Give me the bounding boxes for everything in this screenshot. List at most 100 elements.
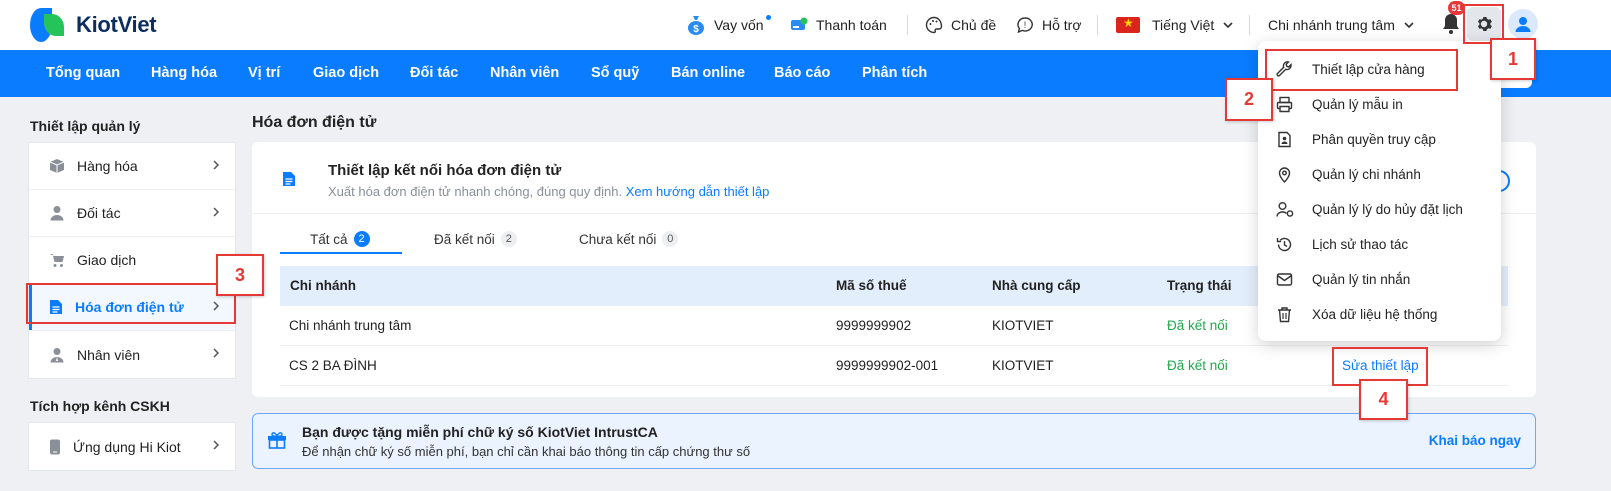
- gear-icon: [1477, 17, 1492, 31]
- sidebar-item-hoa-don-dien-tu[interactable]: Hóa đơn điện tử: [29, 284, 235, 331]
- promo-banner: Bạn được tặng miễn phí chữ ký số KiotVie…: [252, 413, 1536, 469]
- tab-count: 2: [500, 231, 517, 247]
- cell-status: Đã kết nối: [1167, 318, 1228, 333]
- tab-label: Chưa kết nối: [579, 231, 657, 247]
- logo-icon: [28, 6, 68, 44]
- edit-setup-link[interactable]: Sửa thiết lập: [1342, 358, 1419, 373]
- user-avatar[interactable]: [1508, 9, 1538, 39]
- support-label: Hỗ trợ: [1042, 17, 1082, 33]
- nav-so-quy[interactable]: Sổ quỹ: [591, 50, 639, 97]
- nav-tong-quan[interactable]: Tổng quan: [46, 50, 120, 97]
- setup-guide-link[interactable]: Xem hướng dẫn thiết lập: [626, 184, 770, 199]
- chevron-down-icon: [1223, 22, 1233, 29]
- user-gear-icon: [1276, 202, 1294, 217]
- cell-branch: Chi nhánh trung tâm: [289, 318, 412, 333]
- menu-item-label: Lịch sử thao tác: [1312, 237, 1409, 252]
- support-button[interactable]: ! Hỗ trợ: [1016, 0, 1082, 50]
- language-label: Tiếng Việt: [1152, 17, 1215, 33]
- mail-icon: [1276, 273, 1293, 286]
- gift-icon: [268, 432, 286, 449]
- column-header: Chi nhánh: [290, 278, 356, 293]
- loan-label: Vay vốn: [714, 17, 764, 33]
- menu-item-label: Xóa dữ liệu hệ thống: [1312, 307, 1438, 322]
- payment-icon: [791, 17, 808, 30]
- sidebar-menu-cskh: Ứng dụng Hi Kiot: [28, 422, 236, 471]
- cell-status: Đã kết nối: [1167, 358, 1228, 373]
- cell-tax-code: 9999999902: [836, 318, 912, 333]
- menu-item-label: Quản lý mẫu in: [1312, 97, 1403, 112]
- divider: [1097, 15, 1098, 35]
- sidebar-item-hi-kiot[interactable]: Ứng dụng Hi Kiot: [29, 423, 235, 470]
- menu-item-cancel-reasons[interactable]: Quản lý lý do hủy đặt lịch: [1258, 192, 1501, 227]
- column-header: Mã số thuế: [836, 278, 907, 293]
- menu-item-branches[interactable]: Quản lý chi nhánh: [1258, 157, 1501, 192]
- chat-help-icon: !: [1017, 17, 1033, 34]
- sidebar-item-hang-hoa[interactable]: Hàng hóa: [29, 143, 235, 190]
- settings-button[interactable]: [1467, 7, 1501, 41]
- chevron-right-icon: [213, 440, 220, 450]
- payment-button[interactable]: Thanh toán: [790, 0, 887, 50]
- chevron-right-icon: [213, 301, 220, 311]
- menu-item-label: Quản lý chi nhánh: [1312, 167, 1421, 182]
- connect-title: Thiết lập kết nối hóa đơn điện tử: [328, 162, 562, 179]
- wrench-icon: [1276, 61, 1292, 77]
- nav-hang-hoa[interactable]: Hàng hóa: [151, 50, 217, 97]
- printer-icon: [1276, 96, 1293, 113]
- tab-not-connected[interactable]: Chưa kết nối 0: [579, 224, 679, 254]
- nav-bao-cao[interactable]: Báo cáo: [774, 50, 830, 97]
- invoice-icon: [283, 172, 295, 186]
- sidebar-item-giao-dich[interactable]: Giao dịch: [29, 237, 235, 284]
- tab-count: 2: [353, 231, 370, 247]
- sidebar-section-title: Thiết lập quản lý: [30, 118, 141, 134]
- theme-label: Chủ đề: [951, 17, 997, 33]
- nav-nhan-vien[interactable]: Nhân viên: [490, 50, 559, 97]
- divider: [1249, 15, 1250, 35]
- sidebar-item-doi-tac[interactable]: Đối tác: [29, 190, 235, 237]
- promo-subtitle: Để nhận chữ ký số miễn phí, bạn chỉ cần …: [302, 444, 751, 459]
- loan-button[interactable]: $ Vay vốn: [686, 0, 764, 50]
- menu-item-label: Thiết lập cửa hàng: [1312, 62, 1425, 77]
- declare-now-button[interactable]: Khai báo ngay: [1429, 433, 1521, 448]
- step-badge-1: 1: [1490, 38, 1536, 80]
- chevron-right-icon: [213, 207, 220, 217]
- connect-description: Xuất hóa đơn điện tử nhanh chóng, đúng q…: [328, 184, 769, 199]
- menu-item-messages[interactable]: Quản lý tin nhắn: [1258, 262, 1501, 297]
- language-select[interactable]: Tiếng Việt: [1116, 0, 1234, 50]
- menu-item-activity-history[interactable]: Lịch sử thao tác: [1258, 227, 1501, 262]
- tab-all[interactable]: Tất cả 2: [310, 224, 370, 254]
- nav-phan-tich[interactable]: Phân tích: [862, 50, 927, 97]
- theme-button[interactable]: Chủ đề: [925, 0, 996, 50]
- kiotviet-logo[interactable]: KiotViet: [28, 6, 157, 44]
- nav-vi-tri[interactable]: Vị trí: [248, 50, 280, 97]
- nav-giao-dich[interactable]: Giao dịch: [313, 50, 379, 97]
- menu-item-store-setup[interactable]: Thiết lập cửa hàng: [1258, 52, 1501, 87]
- vietnam-flag-icon: [1116, 16, 1140, 33]
- settings-dropdown: Thiết lập cửa hàng Quản lý mẫu in Phân q…: [1258, 41, 1501, 341]
- svg-text:!: !: [1024, 20, 1027, 30]
- tab-connected[interactable]: Đã kết nối 2: [434, 224, 517, 254]
- palette-icon: [925, 16, 943, 34]
- sidebar-item-label: Nhân viên: [77, 346, 141, 363]
- menu-item-print-templates[interactable]: Quản lý mẫu in: [1258, 87, 1501, 122]
- invoice-icon: [50, 300, 62, 314]
- column-header: Nhà cung cấp: [992, 278, 1081, 293]
- divider: [907, 15, 908, 35]
- menu-item-delete-data[interactable]: Xóa dữ liệu hệ thống: [1258, 297, 1501, 332]
- table-row[interactable]: CS 2 BA ĐÌNH 9999999902-001 KIOTVIET Đã …: [280, 346, 1508, 386]
- person-icon: [50, 206, 64, 221]
- trash-icon: [1278, 307, 1291, 323]
- brand-name: KiotViet: [76, 12, 157, 37]
- staff-icon: [50, 347, 64, 362]
- new-dot: [766, 15, 771, 20]
- step-badge-4: 4: [1359, 379, 1408, 420]
- sidebar-item-nhan-vien[interactable]: Nhân viên: [29, 331, 235, 378]
- tab-label: Đã kết nối: [434, 231, 495, 247]
- chevron-down-icon: [1404, 22, 1414, 29]
- menu-item-access-rights[interactable]: Phân quyền truy cập: [1258, 122, 1501, 157]
- column-header: Trạng thái: [1167, 278, 1232, 293]
- box-icon: [49, 159, 65, 173]
- nav-doi-tac[interactable]: Đối tác: [410, 50, 458, 97]
- page-title: Hóa đơn điện tử: [252, 114, 377, 131]
- nav-ban-online[interactable]: Bán online: [671, 50, 745, 97]
- sidebar-item-label: Hàng hóa: [77, 158, 138, 174]
